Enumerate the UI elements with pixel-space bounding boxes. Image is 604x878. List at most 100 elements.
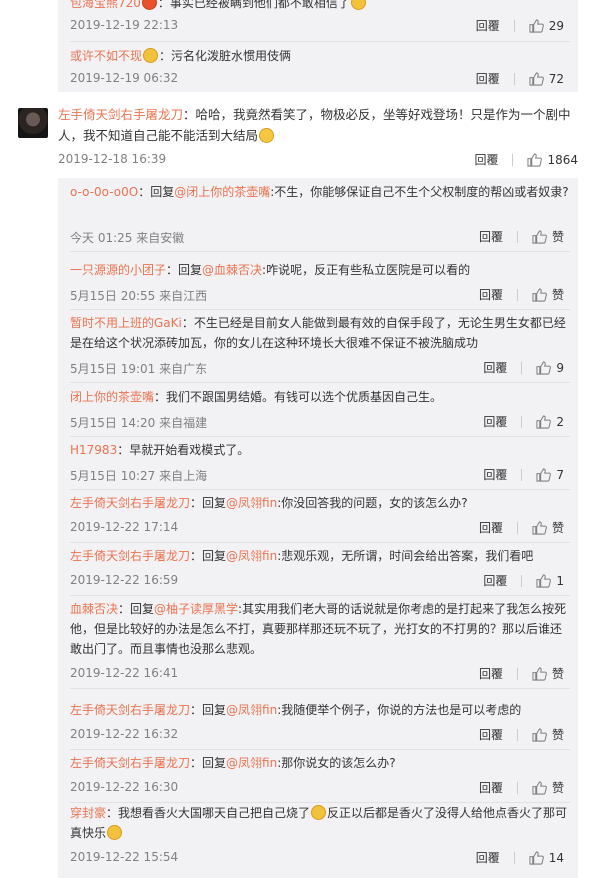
divider [70,489,570,490]
reply-prefix: ：回复 [138,185,175,199]
like-button[interactable]: 赞 [532,519,564,536]
comment-username[interactable]: 血棘否决 [70,602,118,616]
avatar[interactable] [18,108,48,138]
like-button[interactable]: 7 [536,468,564,482]
list-item: 暂时不用上班的GaKi：不生已经是目前女人能做到最有效的自保手段了，无论生男生女… [70,313,570,353]
like-button[interactable]: 14 [529,851,564,865]
comment-actions: 回覆 赞 [479,519,564,536]
thumbs-up-icon [536,573,552,588]
list-item: 或许不如不现 ：污名化泼脏水惯用伎俩 [70,46,570,66]
like-button[interactable]: 72 [529,72,564,86]
reply-button[interactable]: 回覆 [476,849,500,866]
reply-button[interactable]: 回覆 [479,286,503,303]
reply-button[interactable]: 回覆 [476,70,500,87]
comment-time: 2019-12-22 16:30 [70,780,179,794]
comment-time: 5月15日 20:55 来自江西 [70,289,208,303]
like-button[interactable]: 9 [536,361,564,375]
thumbs-up-icon [532,727,547,742]
mention-link[interactable]: @凤翎fin [226,496,277,510]
thumbs-up-icon [532,520,547,535]
like-count: 7 [556,467,564,482]
like-count: 29 [548,18,564,33]
list-item: 穿封豪：我想看香火大国哪天自己把自己烧了 反正以后都是香火了没得人给他点香火了那可… [70,803,570,843]
like-count: 赞 [551,667,564,681]
emoji-icon [141,0,157,10]
mention-link[interactable]: @血棘否决 [202,263,262,277]
list-item: 左手倚天剑右手屠龙刀：回复@凤翎fin:我随便举个例子，你说的方法也是可以考虑的 [70,700,570,720]
like-count: 赞 [551,781,564,795]
comment-time: 2019-12-19 22:13 [70,18,179,32]
comment-username[interactable]: 一只源源的小团子 [70,263,166,277]
like-button[interactable]: 2 [536,415,564,429]
comment-username[interactable]: 穿封豪 [70,806,106,820]
like-button[interactable]: 赞 [532,779,564,796]
like-button[interactable]: 1 [536,574,564,588]
comment-text: 我们不跟国男结婚。有钱可以选个优质基因自己生。 [166,390,443,404]
thumbs-up-icon [532,780,547,795]
mention-link[interactable]: @柚子读厚黑学 [154,602,238,616]
thumbs-up-icon [529,850,544,865]
divider [521,361,523,374]
like-button[interactable]: 赞 [532,726,564,743]
thumbs-up-icon [536,467,552,482]
comment-actions: 回覆 72 [476,70,564,87]
emoji-icon [311,805,327,820]
reply-button[interactable]: 回覆 [479,665,503,682]
reply-prefix: ： [106,806,119,820]
reply-button[interactable]: 回覆 [474,151,498,168]
reply-prefix: ：回复 [118,602,155,616]
divider [70,41,570,42]
comment-actions: 回覆 赞 [479,726,564,743]
comment-username[interactable]: H17983 [70,443,117,457]
comment-username[interactable]: 左手倚天剑右手屠龙刀 [58,107,183,122]
like-count: 9 [556,360,564,375]
comment-username[interactable]: 左手倚天剑右手屠龙刀 [70,703,190,717]
reply-button[interactable]: 回覆 [479,519,503,536]
reply-button[interactable]: 回覆 [479,779,503,796]
reply-button[interactable]: 回覆 [483,466,507,483]
mention-link[interactable]: @凤翎fin [226,703,277,717]
divider [70,436,570,437]
thumbs-up-icon [536,360,552,375]
comment-username[interactable]: 闭上你的茶壶嘴 [70,390,154,404]
reply-button[interactable]: 回覆 [479,726,503,743]
comment-username[interactable]: 左手倚天剑右手屠龙刀 [70,756,190,770]
mention-link[interactable]: @凤翎fin [226,549,277,563]
comment-time: 5月15日 14:20 来自福建 [70,416,208,430]
reply-prefix: ： [154,390,167,404]
like-button[interactable]: 29 [529,19,564,33]
like-button[interactable]: 赞 [532,228,564,245]
comment-username[interactable]: 左手倚天剑右手屠龙刀 [70,496,190,510]
comment-username[interactable]: o-o-0o-o0O [70,185,138,199]
comment-time: 5月15日 10:27 来自上海 [70,469,208,483]
list-item: 左手倚天剑右手屠龙刀：回复@凤翎fin:你没回答我的问题，女的该怎么办? [70,493,570,513]
like-button[interactable]: 赞 [532,665,564,682]
list-item: H17983：早就开始看戏模式了。 [70,440,570,460]
divider [516,230,518,243]
comment-text: :不生，你能够保证自己不生个父权制度的帮凶或者奴隶? [270,185,569,199]
divider [512,153,514,166]
mention-link[interactable]: @闭上你的茶壶嘴 [174,185,270,199]
comment-actions: 回覆 7 [483,466,564,483]
comment-actions: 回覆 1 [483,572,564,589]
divider [70,688,570,689]
comment-username[interactable]: 暂时不用上班的GaKi [70,316,182,330]
comment-username[interactable]: 左手倚天剑右手屠龙刀 [70,549,190,563]
comment-username[interactable]: 或许不如不现 [70,49,142,63]
like-button[interactable]: 1864 [527,153,578,167]
like-count: 赞 [551,521,564,535]
reply-button[interactable]: 回覆 [483,413,507,430]
like-count: 1 [556,573,564,588]
like-count: 14 [548,850,564,865]
mention-link[interactable]: @凤翎fin [226,756,277,770]
comment-text: :你没回答我的问题，女的该怎么办? [277,496,468,510]
reply-button[interactable]: 回覆 [479,228,503,245]
reply-button[interactable]: 回覆 [483,572,507,589]
divider [516,521,518,534]
reply-button[interactable]: 回覆 [476,17,500,34]
comment-time: 2019-12-19 06:32 [70,71,179,85]
comment-username[interactable]: 包海宝熊720 [70,0,141,10]
reply-button[interactable]: 回覆 [483,359,507,376]
like-button[interactable]: 赞 [532,286,564,303]
comment-time: 2019-12-22 15:54 [70,850,179,864]
